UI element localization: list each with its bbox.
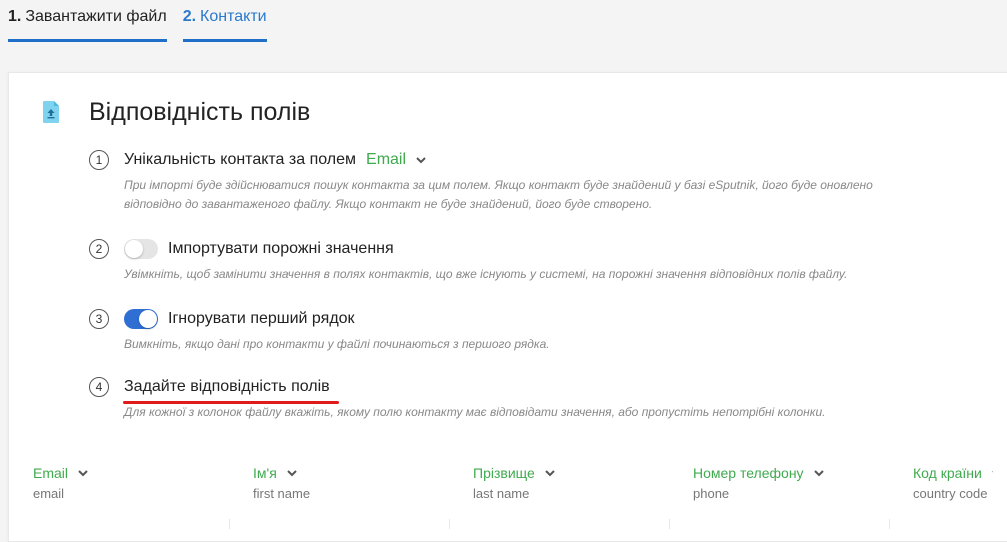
highlighted-title: Задайте відповідність полів [123, 377, 339, 404]
column-field-select[interactable]: Код країни [913, 463, 993, 483]
column-field-value: Номер телефону [693, 465, 804, 481]
tab-contacts[interactable]: 2. Контакти [182, 0, 267, 42]
toggle-knob [139, 310, 157, 328]
step-description: При імпорті буде здійснюватися пошук кон… [124, 178, 873, 211]
unique-field-value: Email [366, 151, 407, 168]
column-field-select[interactable]: Прізвище [473, 463, 693, 483]
column-field-select[interactable]: Ім'я [253, 463, 473, 483]
step-title-text: Задайте відповідність полів [124, 378, 330, 395]
column-last-name: Прізвище last name [473, 463, 693, 501]
chevron-down-icon [78, 469, 88, 477]
column-sample: phone [693, 486, 730, 501]
column-sample: country code [913, 486, 988, 501]
chevron-down-icon [416, 156, 426, 164]
column-field-value: Прізвище [473, 465, 535, 481]
column-sample: last name [473, 486, 530, 501]
step-title-text: Імпортувати порожні значення [168, 240, 394, 257]
column-divider [889, 519, 890, 529]
column-email: Email email [33, 463, 253, 501]
step-number: 4 [89, 377, 109, 397]
chevron-down-icon [813, 469, 824, 477]
tab-label: Завантажити файл [25, 8, 167, 25]
column-phone: Номер телефону phone [693, 463, 913, 501]
step-number: 1 [89, 150, 109, 170]
step-title: Імпортувати порожні значення [124, 239, 394, 259]
chevron-down-icon [545, 469, 555, 477]
column-field-select[interactable]: Email [33, 463, 253, 483]
document-upload-icon [43, 101, 59, 123]
column-field-select[interactable]: Номер телефону [693, 463, 913, 483]
column-divider [449, 519, 450, 529]
column-field-value: Email [33, 465, 69, 481]
column-field-value: Ім'я [253, 465, 277, 481]
column-mapping-row: Email email Ім'я first name Прізвище las… [33, 463, 1007, 533]
chevron-down-icon [287, 469, 297, 477]
step-number: 2 [89, 239, 109, 259]
step-title: Ігнорувати перший рядок [124, 309, 355, 329]
column-divider [669, 519, 670, 529]
column-sample: email [33, 486, 65, 501]
column-first-name: Ім'я first name [253, 463, 473, 501]
tab-number: 1. [8, 8, 22, 25]
tab-number: 2. [182, 8, 197, 25]
wizard-tabs: 1. Завантажити файл 2. Контакти [8, 0, 283, 42]
step-title-text: Унікальність контакта за полем [124, 151, 357, 168]
column-sample: first name [253, 486, 311, 501]
toggle-knob [125, 240, 143, 258]
step-title-text: Ігнорувати перший рядок [168, 310, 355, 327]
step-title: Унікальність контакта за полем Email [124, 150, 426, 170]
tab-upload-file[interactable]: 1. Завантажити файл [8, 0, 167, 42]
column-field-value: Код країни [913, 465, 982, 481]
field-mapping-card: Відповідність полів 1 Унікальність конта… [8, 72, 1007, 542]
step-description: Для кожної з колонок файлу вкажіть, яком… [124, 405, 826, 419]
ignore-first-row-toggle[interactable] [124, 309, 158, 329]
step-title: Задайте відповідність полів [123, 377, 339, 404]
chevron-down-icon [992, 469, 993, 477]
page-title: Відповідність полів [89, 98, 311, 126]
step-number: 3 [89, 309, 109, 329]
unique-field-select[interactable]: Email [366, 150, 426, 170]
column-country-code: Код країни country code [913, 463, 993, 501]
step-description: Увімкніть, щоб замінити значення в полях… [124, 267, 848, 281]
import-empty-toggle[interactable] [124, 239, 158, 259]
step-description: Вимкніть, якщо дані про контакти у файлі… [124, 337, 550, 351]
column-divider [229, 519, 230, 529]
tab-label: Контакти [200, 8, 267, 25]
